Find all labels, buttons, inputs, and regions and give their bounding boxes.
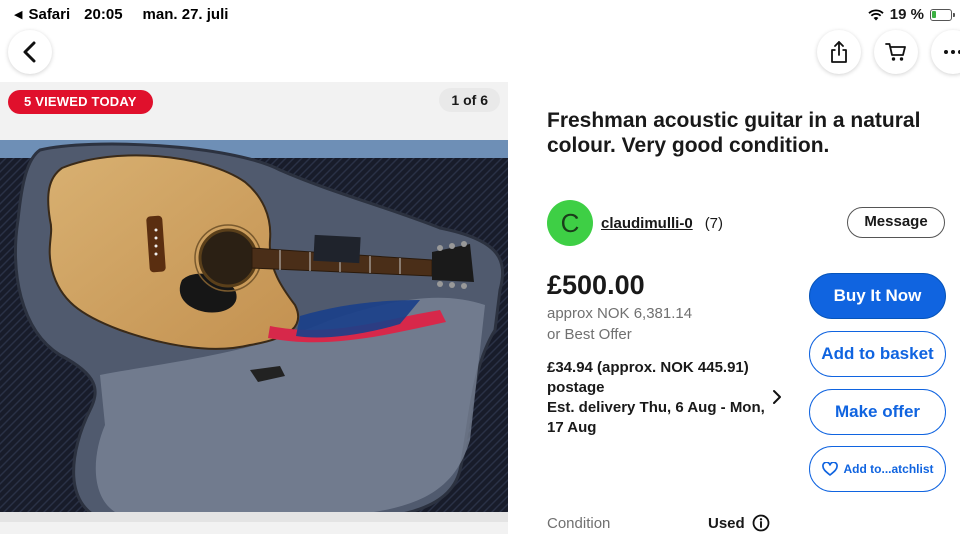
seller-info[interactable]: C claudimulli-0 (7)	[547, 200, 723, 246]
status-time: 20:05	[84, 6, 123, 23]
battery-icon	[930, 8, 955, 21]
wifi-icon	[868, 8, 884, 20]
seller-name-link[interactable]: claudimulli-0	[601, 215, 693, 232]
image-gallery[interactable]: 5 VIEWED TODAY 1 of 6	[0, 82, 508, 534]
chevron-right-icon[interactable]	[772, 389, 782, 405]
delivery-estimate: Est. delivery Thu, 6 Aug - Mon, 17 Aug	[547, 399, 765, 436]
viewed-today-badge: 5 VIEWED TODAY	[8, 90, 153, 114]
cart-icon	[885, 43, 906, 61]
item-price: £500.00	[547, 270, 645, 300]
message-seller-button[interactable]: Message	[847, 207, 945, 238]
listing-photo[interactable]	[0, 140, 508, 522]
seller-avatar[interactable]: C	[547, 200, 593, 246]
share-icon	[831, 41, 847, 63]
more-button[interactable]	[931, 30, 960, 74]
watchlist-label: Add to...atchlist	[843, 462, 934, 476]
shipping-info[interactable]: £34.94 (approx. NOK 445.91) postage Est.…	[547, 358, 767, 438]
heart-icon	[821, 462, 838, 476]
image-counter: 1 of 6	[439, 88, 500, 112]
condition-label: Condition	[547, 515, 611, 532]
shipping-label: postage	[547, 379, 605, 396]
status-bar: ◀ Safari 20:05 man. 27. juli 19 %	[0, 0, 960, 30]
chevron-left-icon	[23, 41, 36, 63]
back-button[interactable]	[8, 30, 52, 74]
add-to-watchlist-button[interactable]: Add to...atchlist	[809, 446, 946, 492]
condition-value: Used	[708, 515, 745, 532]
approx-price: approx NOK 6,381.14	[547, 305, 693, 322]
make-offer-button[interactable]: Make offer	[809, 389, 946, 435]
seller-feedback-count: (7)	[704, 214, 724, 232]
add-to-basket-button[interactable]: Add to basket	[809, 331, 946, 377]
share-button[interactable]	[817, 30, 861, 74]
back-to-app-icon[interactable]: ◀	[14, 8, 22, 23]
battery-percent: 19 %	[889, 6, 924, 23]
info-icon[interactable]	[752, 514, 770, 532]
cart-button[interactable]	[874, 30, 918, 74]
ellipsis-icon	[944, 50, 960, 54]
back-app-label[interactable]: Safari	[28, 6, 70, 23]
status-date: man. 27. juli	[142, 6, 229, 23]
buy-it-now-button[interactable]: Buy It Now	[809, 273, 946, 319]
shipping-cost: £34.94 (approx. NOK 445.91)	[547, 359, 749, 376]
best-offer-note: or Best Offer	[547, 326, 632, 343]
listing-title: Freshman acoustic guitar in a natural co…	[547, 109, 921, 157]
status-right: 19 %	[868, 6, 955, 23]
status-left: ◀ Safari 20:05 man. 27. juli	[14, 6, 228, 23]
